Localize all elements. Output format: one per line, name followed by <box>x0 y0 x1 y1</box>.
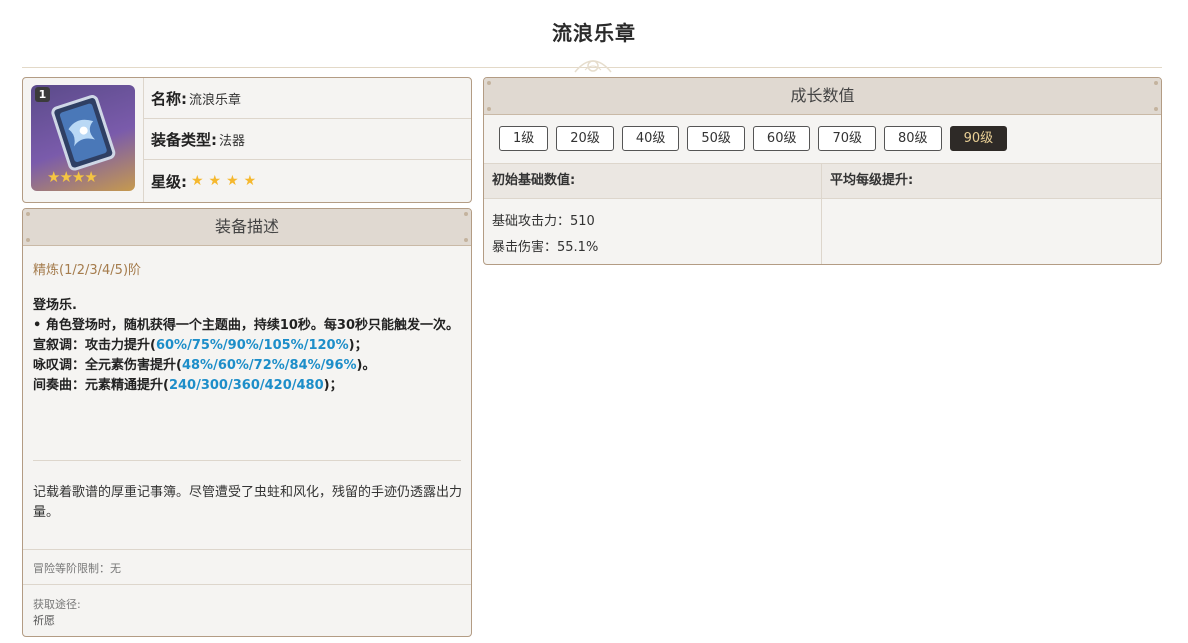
refine-badge: 1 <box>35 87 50 102</box>
level-button-60[interactable]: 60级 <box>752 126 811 151</box>
weapon-image: 1 ★★★★ <box>31 85 135 191</box>
info-row-name: 名称: 流浪乐章 <box>144 78 471 119</box>
aria-suffix: )。 <box>356 358 376 373</box>
level-button-1[interactable]: 1级 <box>499 126 549 151</box>
growth-header-title: 成长数值 <box>790 86 855 105</box>
inter-suffix: )； <box>323 378 343 393</box>
type-value: 法器 <box>219 133 246 149</box>
description-card: 装备描述 精炼(1/2/3/4/5)阶 登场乐. • 角色登场时，随机获得一个主… <box>22 208 472 637</box>
passive-line: • 角色登场时，随机获得一个主题曲，持续10秒。每30秒只能触发一次。 <box>33 318 460 333</box>
level-button-50[interactable]: 50级 <box>687 126 745 151</box>
star-icon: ★★★★ <box>47 168 98 186</box>
divider <box>23 549 471 550</box>
aria-prefix: 咏叹调：全元素伤害提升( <box>33 358 182 373</box>
lore-text: 记载着歌谱的厚重记事簿。尽管遭受了虫蛀和风化，残留的手迹仍透露出力量。 <box>33 485 463 520</box>
recit-suffix: )； <box>348 338 368 353</box>
level-button-90[interactable]: 90级 <box>949 126 1008 151</box>
level-button-40[interactable]: 40级 <box>621 126 680 151</box>
level-selector: 1级 20级 40级 50级 60级 70级 80级 90级 <box>499 126 1008 151</box>
corner-dot <box>487 107 491 111</box>
inter-prefix: 间奏曲：元素精通提升( <box>33 378 169 393</box>
growth-card: 成长数值 1级 20级 40级 50级 60级 70级 80级 90级 初始基础… <box>483 77 1162 265</box>
aria-values: 48%/60%/72%/84%/96% <box>181 358 357 373</box>
type-key: 装备类型: <box>151 130 217 149</box>
rarity-key: 星级: <box>151 172 187 191</box>
level-button-70[interactable]: 70级 <box>818 126 877 151</box>
passive-effect: 登场乐. • 角色登场时，随机获得一个主题曲，持续10秒。每30秒只能触发一次。… <box>33 296 463 396</box>
name-value: 流浪乐章 <box>189 92 242 108</box>
ornament-icon <box>574 60 612 73</box>
avg-growth-header: 平均每级提升: <box>830 173 914 188</box>
growth-header: 成长数值 <box>484 78 1161 115</box>
passive-title: 登场乐. <box>33 298 77 313</box>
name-key: 名称: <box>151 89 187 108</box>
base-attack: 基础攻击力：510 <box>492 214 595 229</box>
source-label: 获取途径: <box>33 598 81 611</box>
inter-values: 240/300/360/420/480 <box>168 378 324 393</box>
source-value: 祈愿 <box>33 614 55 627</box>
weapon-info-card: 1 ★★★★ 名称: 流浪乐章 装备类型: 法器 星级: ★★★★ <box>22 77 472 203</box>
star-icon: ★★★★ <box>191 173 262 189</box>
ascension-limit: 冒险等阶限制：无 <box>33 562 121 575</box>
corner-dot <box>464 238 468 242</box>
recit-prefix: 宣叙调：攻击力提升( <box>33 338 156 353</box>
divider <box>23 584 471 585</box>
info-row-type: 装备类型: 法器 <box>144 119 471 160</box>
level-button-80[interactable]: 80级 <box>884 126 942 151</box>
passive-recitative: 宣叙调：攻击力提升(60%/75%/90%/105%/120%)； <box>33 336 463 356</box>
level-button-20[interactable]: 20级 <box>556 126 614 151</box>
page-title: 流浪乐章 <box>552 21 636 45</box>
passive-aria: 咏叹调：全元素伤害提升(48%/60%/72%/84%/96%)。 <box>33 356 463 376</box>
description-header-title: 装备描述 <box>214 217 279 236</box>
corner-dot <box>464 212 468 216</box>
corner-dot <box>26 212 30 216</box>
column-divider <box>821 163 822 264</box>
divider <box>33 460 461 461</box>
corner-dot <box>487 81 491 85</box>
info-table: 名称: 流浪乐章 装备类型: 法器 星级: ★★★★ <box>143 78 471 202</box>
corner-dot <box>26 238 30 242</box>
corner-dot <box>1154 81 1158 85</box>
crit-damage: 暴击伤害：55.1% <box>492 240 599 255</box>
corner-dot <box>1154 107 1158 111</box>
passive-interlude: 间奏曲：元素精通提升(240/300/360/420/480)； <box>33 376 463 396</box>
recit-values: 60%/75%/90%/105%/120% <box>155 338 349 353</box>
info-row-rarity: 星级: ★★★★ <box>144 160 471 202</box>
base-stats-header: 初始基础数值: <box>492 173 576 188</box>
refine-label: 精炼(1/2/3/4/5)阶 <box>33 263 142 278</box>
stat-header-row: 初始基础数值: 平均每级提升: <box>484 163 1161 199</box>
description-header: 装备描述 <box>23 209 471 246</box>
